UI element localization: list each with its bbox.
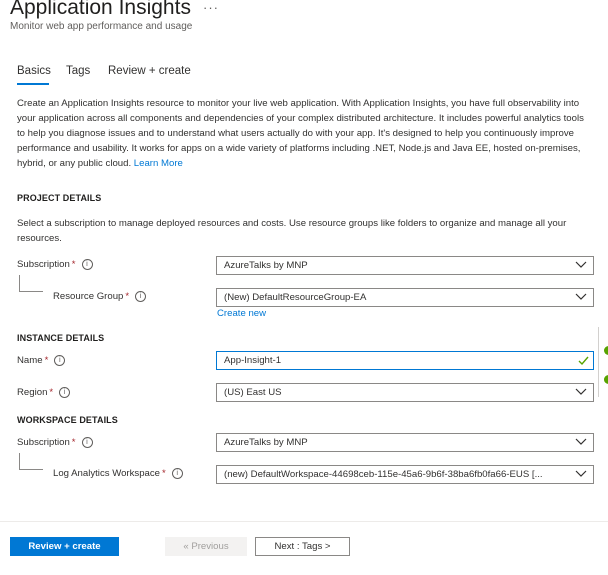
info-icon[interactable]: i (135, 291, 147, 302)
log-analytics-workspace-value: (new) DefaultWorkspace-44698ceb-115e-45a… (224, 469, 543, 480)
learn-more-link[interactable]: Learn More (134, 158, 183, 169)
info-icon[interactable]: i (81, 437, 93, 448)
chevron-down-icon (575, 470, 587, 477)
info-icon[interactable]: i (54, 355, 66, 366)
tree-connector (19, 453, 20, 469)
project-details-help: Select a subscription to manage deployed… (17, 218, 567, 244)
info-icon[interactable]: i (171, 468, 183, 479)
info-icon[interactable]: i (59, 387, 71, 398)
workspace-subscription-dropdown[interactable]: AzureTalks by MNP (216, 433, 594, 452)
name-label: Name * i (17, 355, 66, 366)
region-value: (US) East US (224, 387, 282, 398)
description-text: Create an Application Insights resource … (17, 98, 584, 169)
tab-review-create[interactable]: Review + create (108, 65, 191, 77)
status-icon (604, 346, 608, 355)
required-marker: * (44, 355, 49, 366)
required-marker: * (49, 387, 54, 398)
name-label-text: Name (17, 355, 43, 366)
subscription-label-text: Subscription (17, 259, 70, 270)
resource-group-dropdown[interactable]: (New) DefaultResourceGroup-EA (216, 288, 594, 307)
chevron-down-icon (575, 388, 587, 395)
required-marker: * (71, 259, 76, 270)
required-marker: * (125, 291, 130, 302)
tab-tags[interactable]: Tags (66, 65, 90, 77)
log-analytics-workspace-label-text: Log Analytics Workspace (53, 468, 161, 479)
name-value: App-Insight-1 (224, 355, 282, 366)
info-icon[interactable]: i (81, 259, 93, 270)
workspace-subscription-label-text: Subscription (17, 437, 70, 448)
project-details-heading: PROJECT DETAILS (17, 193, 102, 203)
page-subtitle: Monitor web app performance and usage (10, 21, 193, 32)
previous-button[interactable]: « Previous (165, 537, 247, 556)
create-new-link[interactable]: Create new (217, 308, 266, 319)
review-create-button[interactable]: Review + create (10, 537, 119, 556)
tab-selected-indicator (17, 83, 49, 85)
tab-basics[interactable]: Basics (17, 65, 51, 77)
resource-group-label: Resource Group * i (53, 291, 147, 302)
resource-group-value: (New) DefaultResourceGroup-EA (224, 292, 367, 303)
tree-connector (19, 291, 43, 292)
chevron-down-icon (575, 261, 587, 268)
subscription-label: Subscription * i (17, 259, 93, 270)
workspace-details-heading: WORKSPACE DETAILS (17, 415, 118, 425)
resource-group-label-text: Resource Group (53, 291, 124, 302)
region-label: Region * i (17, 387, 71, 398)
log-analytics-workspace-label: Log Analytics Workspace * i (53, 468, 183, 479)
region-dropdown[interactable]: (US) East US (216, 383, 594, 402)
footer-divider (0, 521, 608, 522)
instance-details-heading: INSTANCE DETAILS (17, 333, 105, 343)
chevron-down-icon (575, 293, 587, 300)
required-marker: * (71, 437, 76, 448)
log-analytics-workspace-dropdown[interactable]: (new) DefaultWorkspace-44698ceb-115e-45a… (216, 465, 594, 484)
tree-connector (19, 275, 20, 291)
status-icon (604, 375, 608, 384)
next-tags-button[interactable]: Next : Tags > (255, 537, 350, 556)
side-panel-edge (598, 327, 608, 397)
region-label-text: Region (17, 387, 48, 398)
name-input[interactable]: App-Insight-1 (216, 351, 594, 370)
more-options-icon[interactable]: ··· (203, 0, 219, 15)
page-title: Application Insights (10, 0, 191, 19)
chevron-down-icon (575, 438, 587, 445)
tree-connector (19, 469, 43, 470)
description: Create an Application Insights resource … (17, 96, 587, 171)
workspace-subscription-label: Subscription * i (17, 437, 93, 448)
required-marker: * (162, 468, 166, 479)
checkmark-icon (578, 356, 589, 366)
subscription-dropdown[interactable]: AzureTalks by MNP (216, 256, 594, 275)
subscription-value: AzureTalks by MNP (224, 260, 308, 271)
workspace-subscription-value: AzureTalks by MNP (224, 437, 308, 448)
